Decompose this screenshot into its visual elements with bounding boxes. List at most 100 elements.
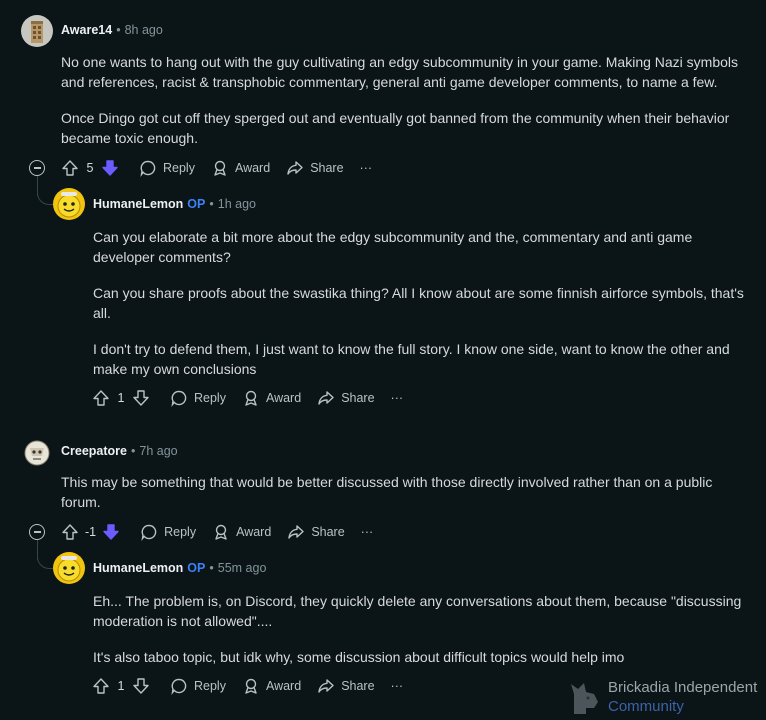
comment-bubble-icon [140, 523, 158, 541]
separator: • [209, 561, 214, 575]
reply-button[interactable]: Reply [131, 152, 203, 184]
share-button[interactable]: Share [279, 516, 352, 548]
more-options-button[interactable]: ··· [352, 152, 381, 184]
comment-actions: 1 Reply Award Share ··· [88, 670, 411, 702]
reply-label: Reply [194, 391, 226, 405]
award-label: Award [234, 161, 271, 175]
watermark-line1: Brickadia Independent [608, 679, 758, 696]
op-badge: OP [187, 197, 206, 211]
upvote-icon[interactable] [92, 389, 110, 407]
downvote-icon[interactable] [132, 677, 150, 695]
reply-button[interactable]: Reply [162, 670, 234, 702]
share-button[interactable]: Share [278, 152, 351, 184]
avatar[interactable] [53, 188, 85, 220]
award-label: Award [265, 391, 302, 405]
comment-paragraph: Can you elaborate a bit more about the e… [93, 229, 693, 265]
username[interactable]: HumaneLemon [93, 561, 183, 575]
comment-meta: HumaneLemon OP • 1h ago [93, 197, 256, 211]
dog-logo-icon [568, 678, 602, 716]
vote-group: 5 [57, 159, 123, 177]
vote-count: 1 [117, 679, 125, 693]
award-icon [211, 159, 229, 177]
comment-bubble-icon [139, 159, 157, 177]
reply-button[interactable]: Reply [162, 382, 234, 414]
vote-group: 1 [88, 677, 154, 695]
downvote-icon[interactable] [102, 523, 120, 541]
award-button[interactable]: Award [234, 670, 309, 702]
award-button[interactable]: Award [204, 516, 279, 548]
collapse-thread-button[interactable] [29, 160, 45, 176]
comment-paragraph: Once Dingo got cut off they sperged out … [61, 110, 730, 146]
reply-label: Reply [194, 679, 226, 693]
vote-group: -1 [57, 523, 124, 541]
comment-paragraph: No one wants to hang out with the guy cu… [61, 54, 739, 90]
reply-button[interactable]: Reply [132, 516, 204, 548]
share-icon [317, 389, 335, 407]
downvote-icon[interactable] [132, 389, 150, 407]
downvote-icon[interactable] [101, 159, 119, 177]
vote-count: -1 [85, 525, 97, 539]
share-icon [286, 159, 304, 177]
more-options-button[interactable]: ··· [383, 670, 412, 702]
comment-bubble-icon [170, 677, 188, 695]
comment-body: No one wants to hang out with the guy cu… [61, 52, 751, 164]
timestamp[interactable]: 8h ago [125, 23, 163, 37]
upvote-icon[interactable] [61, 523, 79, 541]
share-label: Share [341, 679, 375, 693]
timestamp[interactable]: 55m ago [218, 561, 267, 575]
watermark-line2: Community [608, 698, 684, 715]
username[interactable]: HumaneLemon [93, 197, 183, 211]
reply-label: Reply [163, 161, 195, 175]
comment-bubble-icon [170, 389, 188, 407]
award-icon [242, 677, 260, 695]
op-badge: OP [187, 561, 206, 575]
watermark: Brickadia Independent Community [568, 678, 757, 716]
avatar[interactable] [53, 552, 85, 584]
share-icon [287, 523, 305, 541]
more-icon: ··· [360, 525, 374, 539]
comment-meta: Creepatore • 7h ago [61, 444, 178, 458]
timestamp[interactable]: 1h ago [218, 197, 256, 211]
separator: • [116, 23, 121, 37]
comment-thread: Aware14 • 8h ago No one wants to hang ou… [0, 0, 766, 720]
award-label: Award [236, 525, 272, 539]
comment-body: Can you elaborate a bit more about the e… [93, 227, 753, 395]
share-label: Share [310, 161, 344, 175]
avatar[interactable] [21, 15, 53, 47]
comment-paragraph: I don't try to defend them, I just want … [93, 341, 730, 377]
more-options-button[interactable]: ··· [383, 382, 412, 414]
timestamp[interactable]: 7h ago [139, 444, 177, 458]
comment-meta: Aware14 • 8h ago [61, 23, 163, 37]
vote-group: 1 [88, 389, 154, 407]
share-button[interactable]: Share [309, 382, 382, 414]
comment-paragraph: It's also taboo topic, but idk why, some… [93, 649, 625, 665]
vote-count: 1 [117, 391, 125, 405]
comment-actions: -1 Reply Award Share ··· [57, 516, 381, 548]
watermark-text: Brickadia Independent Community [608, 678, 757, 716]
username[interactable]: Creepatore [61, 444, 127, 458]
reply-label: Reply [164, 525, 197, 539]
avatar[interactable] [21, 436, 53, 468]
comment-paragraph: This may be something that would be bett… [61, 474, 713, 510]
more-icon: ··· [359, 161, 373, 175]
more-icon: ··· [390, 391, 404, 405]
share-label: Share [311, 525, 345, 539]
thread-line [37, 192, 54, 205]
comment-paragraph: Can you share proofs about the swastika … [93, 285, 744, 321]
comment-paragraph: Eh... The problem is, on Discord, they q… [93, 593, 742, 629]
share-button[interactable]: Share [309, 670, 382, 702]
award-button[interactable]: Award [234, 382, 309, 414]
more-options-button[interactable]: ··· [353, 516, 382, 548]
upvote-icon[interactable] [92, 677, 110, 695]
separator: • [209, 197, 214, 211]
upvote-icon[interactable] [61, 159, 79, 177]
collapse-thread-button[interactable] [29, 524, 45, 540]
username[interactable]: Aware14 [61, 23, 112, 37]
award-icon [242, 389, 260, 407]
award-button[interactable]: Award [203, 152, 278, 184]
award-label: Award [265, 679, 302, 693]
comment-meta: HumaneLemon OP • 55m ago [93, 561, 266, 575]
award-icon [212, 523, 230, 541]
share-label: Share [341, 391, 375, 405]
comment-actions: 1 Reply Award Share ··· [88, 382, 411, 414]
